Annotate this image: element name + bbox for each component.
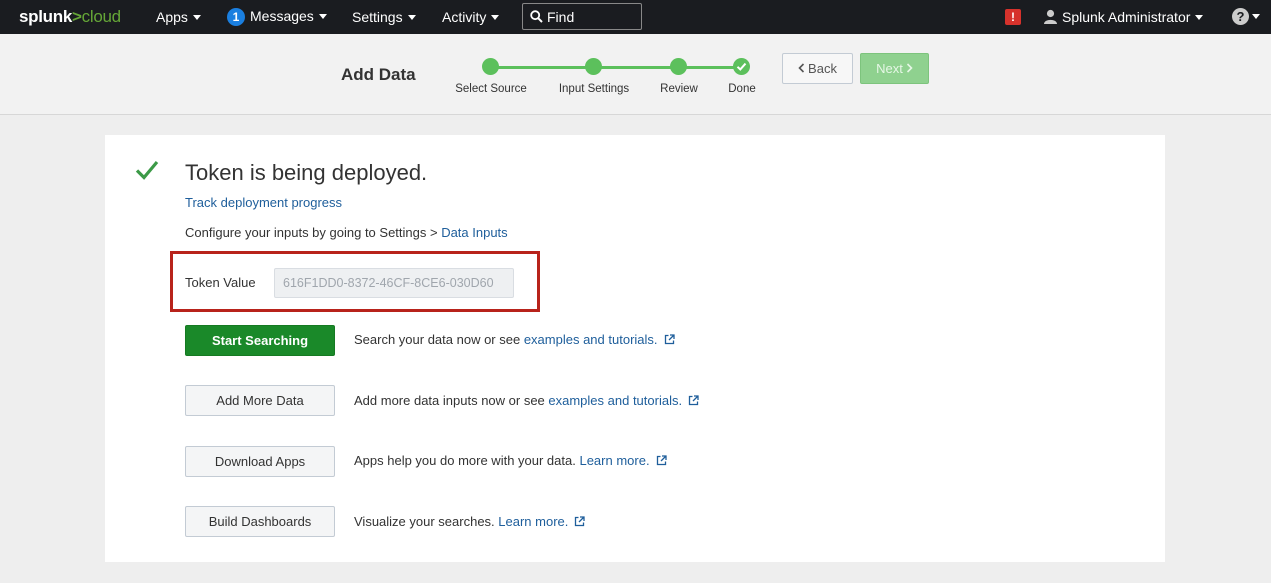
examples-tutorials-link[interactable]: examples and tutorials. [548, 393, 682, 408]
track-deployment-link[interactable]: Track deployment progress [185, 195, 342, 210]
find-search-box[interactable] [522, 3, 642, 30]
learn-more-link[interactable]: Learn more. [579, 453, 649, 468]
data-inputs-link[interactable]: Data Inputs [441, 225, 508, 240]
messages-menu-label: Messages [250, 8, 314, 24]
external-link-icon[interactable] [656, 454, 667, 469]
next-button-label: Next [876, 61, 903, 76]
settings-menu-label: Settings [352, 9, 403, 25]
next-button[interactable]: Next [860, 53, 929, 84]
download-apps-button[interactable]: Download Apps [185, 446, 335, 477]
check-icon [736, 62, 747, 71]
token-value-label: Token Value [185, 275, 256, 290]
step-dot-select-source [482, 58, 499, 75]
find-input[interactable] [547, 7, 639, 26]
build-dashboards-description: Visualize your searches. Learn more. [354, 514, 586, 530]
learn-more-link[interactable]: Learn more. [498, 514, 568, 529]
chevron-down-icon [192, 15, 201, 20]
chevron-down-icon [1252, 14, 1260, 19]
settings-menu[interactable]: Settings [352, 9, 416, 25]
apps-menu-label: Apps [156, 9, 188, 25]
deployment-headline: Token is being deployed. [185, 160, 428, 185]
apps-menu[interactable]: Apps [156, 9, 201, 25]
download-apps-description: Apps help you do more with your data. Le… [354, 453, 667, 469]
chevron-left-icon [798, 61, 805, 76]
back-button[interactable]: Back [782, 53, 853, 84]
step-label-input-settings: Input Settings [558, 83, 630, 95]
help-menu[interactable]: ? [1232, 8, 1260, 25]
user-name-label: Splunk Administrator [1062, 9, 1191, 25]
help-icon: ? [1232, 8, 1249, 25]
add-more-data-description: Add more data inputs now or see examples… [354, 393, 699, 409]
add-data-wizard-header: Add Data Select Source Input Settings Re… [0, 34, 1271, 115]
build-dashboards-button[interactable]: Build Dashboards [185, 506, 335, 537]
chevron-down-icon [407, 15, 416, 20]
configure-inputs-text: Configure your inputs by going to Settin… [185, 225, 508, 240]
search-icon [530, 10, 543, 28]
examples-tutorials-link[interactable]: examples and tutorials. [524, 332, 658, 347]
add-more-data-button[interactable]: Add More Data [185, 385, 335, 416]
user-icon [1043, 9, 1058, 27]
top-nav-bar: splunk>cloud Apps 1 Messages Settings Act… [0, 0, 1271, 34]
chevron-right-icon [906, 61, 913, 76]
messages-menu[interactable]: 1 Messages [227, 8, 327, 26]
chevron-down-icon [1195, 15, 1204, 20]
back-button-label: Back [808, 61, 837, 76]
chevron-down-icon [318, 14, 327, 19]
activity-menu-label: Activity [442, 9, 487, 25]
step-dot-input-settings [585, 58, 602, 75]
token-value-field[interactable] [274, 268, 514, 298]
activity-menu[interactable]: Activity [442, 9, 500, 25]
success-check-icon [135, 159, 159, 186]
messages-count-badge: 1 [227, 8, 245, 26]
user-menu[interactable]: Splunk Administrator [1043, 9, 1204, 27]
step-dot-review [670, 58, 687, 75]
start-searching-button[interactable]: Start Searching [185, 325, 335, 356]
configure-inputs-prefix: Configure your inputs by going to Settin… [185, 225, 442, 240]
wizard-progress-line [491, 66, 742, 69]
external-link-icon[interactable] [574, 515, 586, 530]
step-label-select-source: Select Source [455, 83, 527, 95]
step-label-done: Done [728, 83, 756, 95]
start-searching-description: Search your data now or see examples and… [354, 332, 675, 348]
splunk-cloud-logo[interactable]: splunk>cloud [19, 7, 121, 27]
chevron-down-icon [491, 15, 500, 20]
step-label-review: Review [660, 83, 698, 95]
page-title: Add Data [341, 65, 416, 84]
step-dot-done [733, 58, 750, 75]
alert-icon[interactable]: ! [1005, 9, 1021, 25]
external-link-icon[interactable] [664, 333, 675, 348]
external-link-icon[interactable] [688, 394, 699, 409]
